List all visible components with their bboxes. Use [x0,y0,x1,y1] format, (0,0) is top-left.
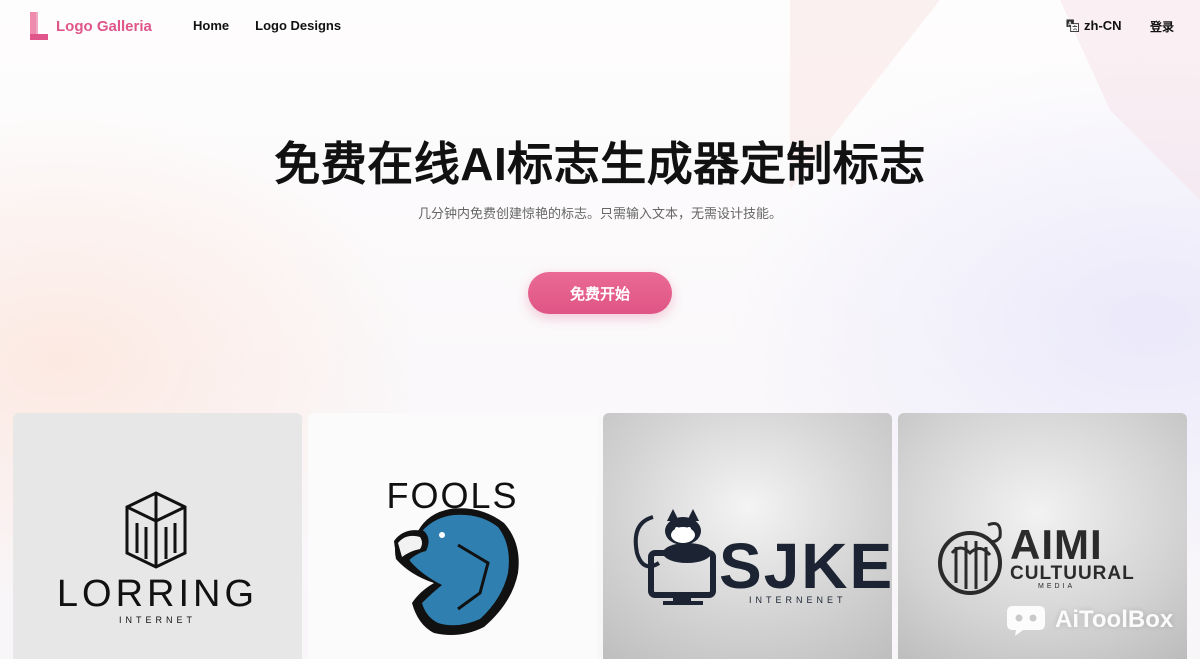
hero-subtitle: 几分钟内免费创建惊艳的标志。只需输入文本，无需设计技能。 [417,206,782,221]
top-navigation: Logo Galleria Home Logo Designs A zh-CN … [0,0,1200,52]
nav-logo-designs[interactable]: Logo Designs [255,18,341,33]
gallery-card[interactable]: SJKE INTERNENET [603,413,892,659]
logo-line2: CULTUURAL [1010,563,1135,584]
language-switcher[interactable]: A zh-CN [1066,18,1122,33]
brand[interactable]: Logo Galleria [30,12,152,40]
language-label: zh-CN [1084,18,1122,33]
start-free-button[interactable]: 免费开始 [528,272,672,314]
logo-wordmark: SJKE [719,530,892,602]
translate-icon: A [1066,19,1079,32]
nav-home[interactable]: Home [193,18,229,33]
logo-l-icon [30,12,48,40]
logo-wordmark: AIMI [1010,521,1103,568]
watermark-text: AiToolBox [1055,606,1174,633]
chat-bubble-icon [1007,606,1045,636]
hero-title: 免费在线AI标志生成器定制标志 [274,138,926,190]
login-link[interactable]: 登录 [1150,18,1174,35]
watermark: AiToolBox [1005,603,1173,637]
logo-tagline: INTERNET [119,615,196,625]
logo-tagline: INTERNENET [749,595,847,605]
logo-tagline: MEDIA [1038,583,1076,590]
eagle-logo-icon [394,508,519,635]
svg-text:A: A [1068,22,1072,28]
gallery-card[interactable]: FOOLS [308,413,597,659]
main-nav: Home Logo Designs [193,18,341,33]
logo-wordmark: LORRING [56,573,259,615]
brand-name: Logo Galleria [56,17,152,35]
gallery-card[interactable]: LORRING INTERNET [13,413,302,659]
